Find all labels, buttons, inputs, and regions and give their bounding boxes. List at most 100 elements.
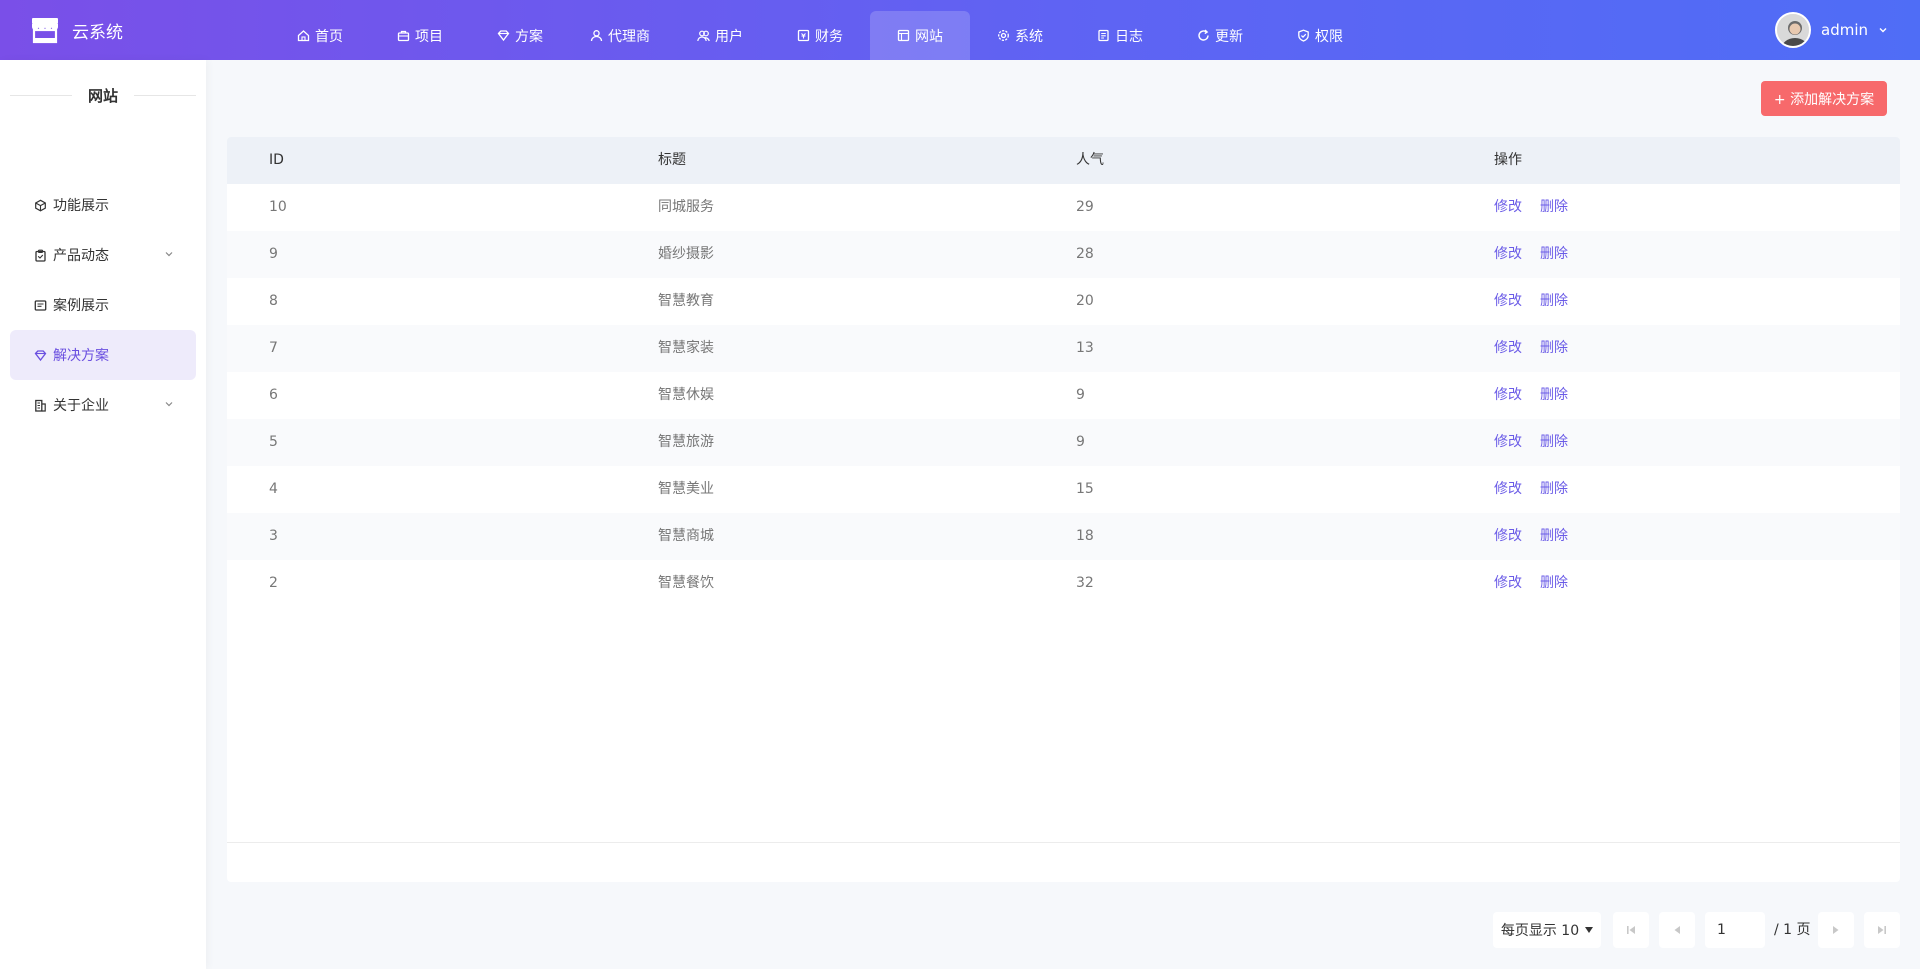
first-page-button[interactable]: [1613, 912, 1649, 948]
sidebar-item-4[interactable]: 关于企业: [10, 380, 196, 430]
cell-popularity: 18: [1076, 528, 1094, 544]
header-id: ID: [269, 152, 284, 168]
sidebar-item-label: 关于企业: [53, 398, 109, 414]
divider: [10, 95, 72, 96]
nav-item-9[interactable]: 更新: [1170, 11, 1270, 60]
table-footer-divider: [227, 842, 1900, 843]
nav-item-label: 用户: [715, 28, 743, 45]
delete-button[interactable]: 删除: [1540, 325, 1568, 372]
delete-button[interactable]: 删除: [1540, 372, 1568, 419]
username[interactable]: admin: [1821, 21, 1868, 39]
delete-button[interactable]: 删除: [1540, 466, 1568, 513]
cell-popularity: 9: [1076, 434, 1085, 450]
finance-icon: [797, 29, 810, 42]
briefcase-icon: [397, 30, 410, 42]
main-nav: 首页 项目 方案 代理商 用户 财务 网站 系统 日志 更新 权限: [270, 11, 1370, 60]
nav-item-label: 权限: [1315, 28, 1343, 45]
add-solution-button[interactable]: + 添加解决方案: [1761, 81, 1887, 116]
delete-button[interactable]: 删除: [1540, 278, 1568, 325]
nav-item-8[interactable]: 日志: [1070, 11, 1170, 60]
store-icon: [32, 18, 58, 44]
nav-item-label: 网站: [915, 28, 943, 45]
cell-title: 智慧休娱: [658, 387, 714, 403]
cell-popularity: 9: [1076, 387, 1085, 403]
cell-popularity: 32: [1076, 575, 1094, 591]
next-page-button[interactable]: [1818, 912, 1854, 948]
edit-button[interactable]: 修改: [1494, 560, 1522, 607]
edit-button[interactable]: 修改: [1494, 419, 1522, 466]
cell-popularity: 15: [1076, 481, 1094, 497]
cell-title: 智慧教育: [658, 293, 714, 309]
edit-button[interactable]: 修改: [1494, 278, 1522, 325]
nav-item-6[interactable]: 网站: [870, 11, 970, 60]
users-icon: [697, 30, 710, 42]
sidebar-item-0[interactable]: 功能展示: [10, 180, 196, 230]
diamond-icon: [34, 349, 47, 361]
page-size-label: 每页显示 10: [1500, 923, 1580, 939]
table-row: 3 智慧商城 18 修改 删除: [227, 513, 1900, 560]
delete-button[interactable]: 删除: [1540, 560, 1568, 607]
brand[interactable]: 云系统: [30, 0, 123, 60]
table-row: 9 婚纱摄影 28 修改 删除: [227, 231, 1900, 278]
sidebar-title: 网站: [10, 85, 197, 106]
cell-popularity: 29: [1076, 199, 1094, 215]
page-number-input[interactable]: [1705, 912, 1765, 948]
chevron-down-icon[interactable]: [164, 249, 174, 259]
edit-button[interactable]: 修改: [1494, 513, 1522, 560]
app-name: 云系统: [72, 22, 123, 43]
sidebar-item-3[interactable]: 解决方案: [10, 330, 196, 380]
avatar[interactable]: [1775, 12, 1811, 48]
nav-item-label: 项目: [415, 28, 443, 45]
sidebar-item-2[interactable]: 案例展示: [10, 280, 196, 330]
page-size-select[interactable]: 每页显示 10: [1493, 912, 1601, 948]
nav-item-4[interactable]: 用户: [670, 11, 770, 60]
nav-item-7[interactable]: 系统: [970, 11, 1070, 60]
delete-button[interactable]: 删除: [1540, 231, 1568, 278]
shield-icon: [1298, 29, 1309, 42]
layout-icon: [897, 29, 910, 42]
last-page-button[interactable]: [1864, 912, 1900, 948]
table-row: 7 智慧家装 13 修改 删除: [227, 325, 1900, 372]
cell-id: 9: [269, 246, 278, 262]
chevron-down-icon[interactable]: [1878, 25, 1888, 35]
edit-button[interactable]: 修改: [1494, 325, 1522, 372]
chevron-down-icon[interactable]: [164, 399, 174, 409]
table-row: 8 智慧教育 20 修改 删除: [227, 278, 1900, 325]
cell-popularity: 20: [1076, 293, 1094, 309]
nav-item-3[interactable]: 代理商: [570, 11, 670, 60]
delete-button[interactable]: 删除: [1540, 184, 1568, 231]
first-page-icon: [1627, 926, 1635, 934]
prev-page-button[interactable]: [1659, 912, 1695, 948]
cell-id: 3: [269, 528, 278, 544]
table-header: ID 标题 人气 操作: [227, 137, 1900, 184]
edit-button[interactable]: 修改: [1494, 372, 1522, 419]
nav-item-2[interactable]: 方案: [470, 11, 570, 60]
delete-button[interactable]: 删除: [1540, 513, 1568, 560]
building-icon: [35, 399, 46, 412]
cube-icon: [35, 199, 46, 211]
next-page-icon: [1833, 926, 1839, 934]
nav-item-label: 代理商: [608, 28, 650, 45]
cell-title: 智慧家装: [658, 340, 714, 356]
last-page-icon: [1878, 926, 1886, 934]
cell-title: 智慧商城: [658, 528, 714, 544]
nav-item-label: 日志: [1115, 28, 1143, 45]
user-menu[interactable]: admin: [1775, 0, 1888, 60]
nav-item-0[interactable]: 首页: [270, 11, 370, 60]
table-row: 10 同城服务 29 修改 删除: [227, 184, 1900, 231]
nav-item-10[interactable]: 权限: [1270, 11, 1370, 60]
cell-id: 10: [269, 199, 287, 215]
sidebar-item-label: 功能展示: [53, 198, 109, 214]
nav-item-1[interactable]: 项目: [370, 11, 470, 60]
solutions-table: ID 标题 人气 操作 10 同城服务 29 修改 删除 9 婚纱摄影 28 修改 删除 8 智慧教育…: [227, 137, 1900, 882]
sidebar-item-1[interactable]: 产品动态: [10, 230, 196, 280]
nav-item-label: 财务: [815, 28, 843, 45]
nav-item-5[interactable]: 财务: [770, 11, 870, 60]
nav-item-label: 系统: [1015, 28, 1043, 45]
edit-button[interactable]: 修改: [1494, 184, 1522, 231]
header-actions: 操作: [1494, 152, 1522, 168]
edit-button[interactable]: 修改: [1494, 466, 1522, 513]
edit-button[interactable]: 修改: [1494, 231, 1522, 278]
nav-item-label: 更新: [1215, 28, 1243, 45]
delete-button[interactable]: 删除: [1540, 419, 1568, 466]
